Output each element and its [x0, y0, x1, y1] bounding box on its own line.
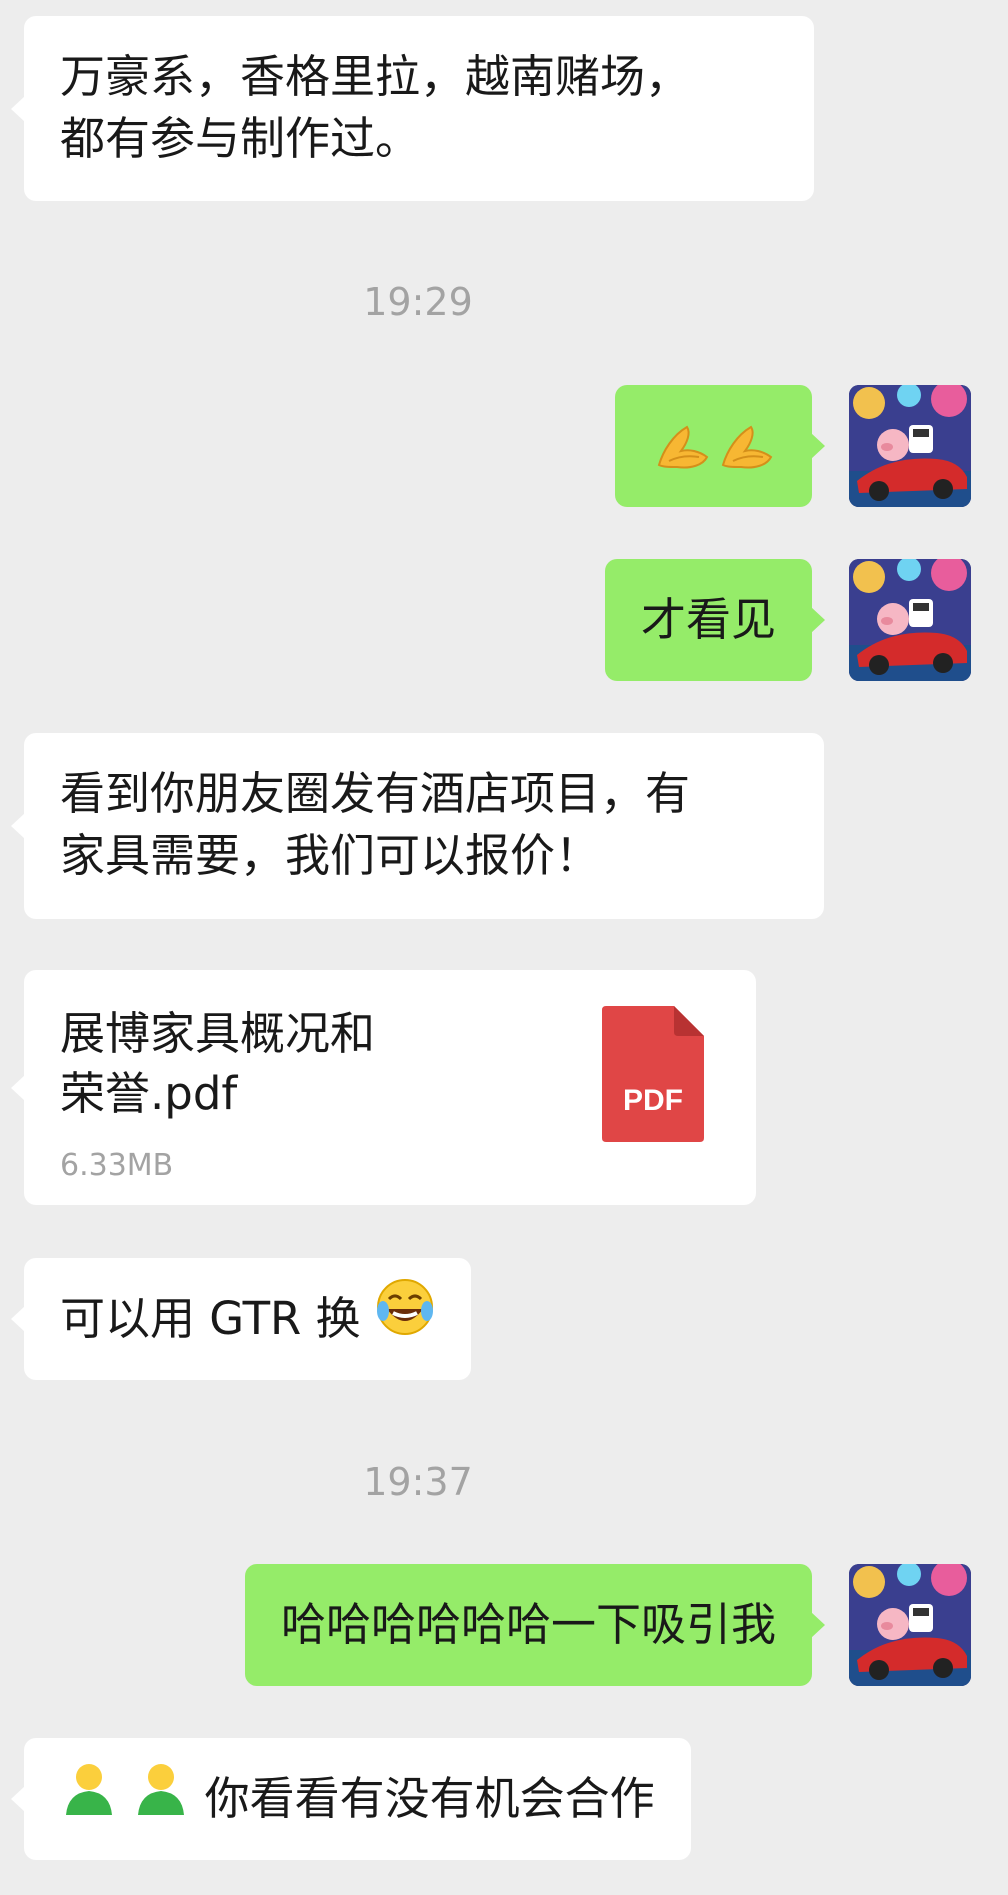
message-text: 哈哈哈哈哈哈一下吸引我: [280, 1598, 776, 1651]
message-bubble-incoming[interactable]: 可以用 GTR 换: [11, 1258, 471, 1383]
folded-hands-icon: [653, 421, 775, 471]
message-text: 万豪系，香格里拉，越南赌场，: [60, 50, 691, 103]
file-name: 展博家具概况和 荣誉.pdf: [60, 1007, 376, 1120]
pig-racecar-avatar-icon: [849, 385, 971, 507]
timestamp: 19:37: [363, 1460, 473, 1504]
message-text: 才看见: [640, 593, 776, 646]
avatar[interactable]: [849, 385, 971, 507]
pdf-badge-label: PDF: [623, 1084, 683, 1117]
message-bubble-incoming[interactable]: 看到你朋友圈发有酒店项目，有 家具需要，我们可以报价！: [11, 733, 824, 919]
timestamp: 19:29: [363, 280, 473, 324]
avatar[interactable]: [849, 559, 971, 681]
message-bubble-incoming[interactable]: 你看看有没有机会合作: [11, 1738, 691, 1863]
pig-racecar-avatar-icon: [849, 1564, 971, 1686]
message-bubble-incoming[interactable]: 万豪系，香格里拉，越南赌场， 都有参与制作过。: [11, 16, 814, 201]
message-text: 你看看有没有机会合作: [204, 1772, 655, 1825]
laughing-tears-icon: [375, 1261, 435, 1383]
person-icon: [60, 1741, 118, 1863]
message-bubble-outgoing[interactable]: 哈哈哈哈哈哈一下吸引我: [244, 1564, 826, 1686]
pig-racecar-avatar-icon: [849, 559, 971, 681]
message-bubble-outgoing[interactable]: 才看见: [604, 559, 826, 681]
message-text: 家具需要，我们可以报价！: [60, 829, 601, 882]
file-size: 6.33MB: [60, 1148, 174, 1183]
avatar[interactable]: [849, 1564, 971, 1686]
message-bubble-outgoing[interactable]: [615, 385, 825, 507]
file-message-card[interactable]: 展博家具概况和 荣誉.pdf 6.33MB PDF: [11, 970, 756, 1205]
message-text: 可以用 GTR 换: [60, 1292, 361, 1345]
message-text: 看到你朋友圈发有酒店项目，有: [60, 767, 691, 820]
pdf-file-icon: PDF: [602, 1006, 704, 1142]
person-icon: [132, 1741, 190, 1863]
message-text: 都有参与制作过。: [60, 112, 421, 165]
